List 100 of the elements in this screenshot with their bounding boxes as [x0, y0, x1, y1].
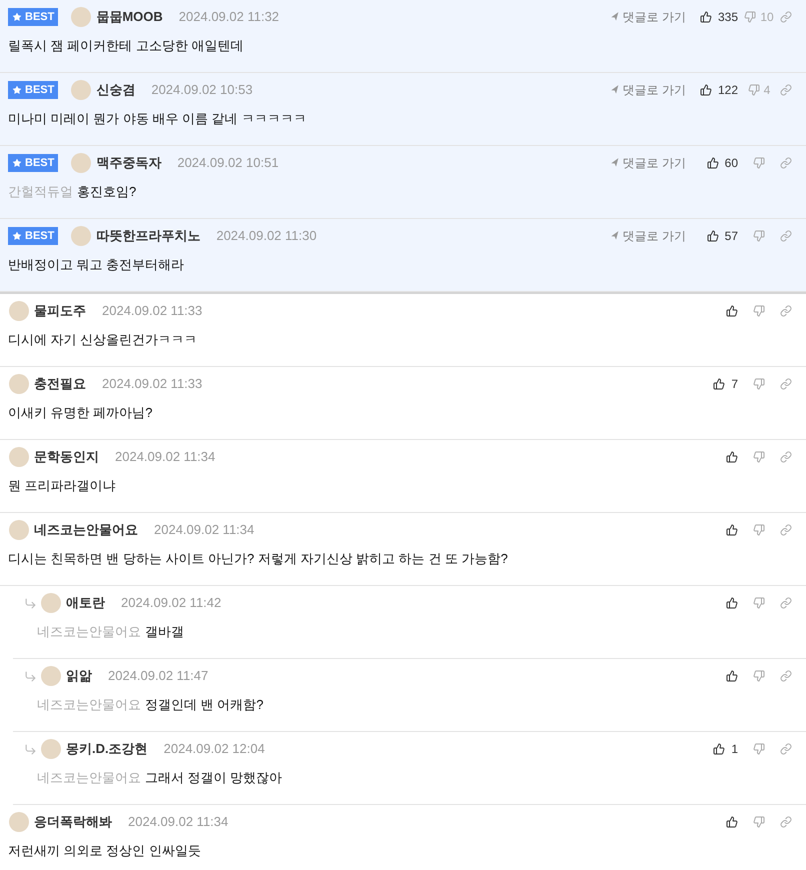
like-button[interactable]: 60: [700, 154, 738, 172]
comment-text: 네즈코는안물어요 정갤인데 밴 어캐함?: [36, 696, 264, 714]
like-button[interactable]: 122: [700, 81, 738, 99]
author-name[interactable]: 충전필요: [34, 374, 86, 394]
link-button[interactable]: [780, 524, 794, 536]
comment-text: 미나미 미레이 뭔가 야동 배우 이름 같네 ㅋㅋㅋㅋㅋ: [8, 110, 308, 128]
like-button[interactable]: 57: [700, 227, 738, 245]
thumbs-up-icon: [726, 305, 738, 317]
comment-text: 디시에 자기 신상올린건가ㅋㅋㅋ: [8, 331, 198, 349]
comment-text: 간헐적듀얼 홍진호임?: [8, 183, 138, 201]
avatar-icon: [8, 373, 30, 395]
like-button[interactable]: 335: [700, 8, 738, 26]
best-badge: BEST: [8, 227, 58, 245]
comment-time: 2024.09.02 10:53: [151, 81, 253, 100]
comment-text: 뭔 프리파라갤이냐: [8, 477, 117, 495]
link-button[interactable]: [780, 743, 794, 755]
author-name[interactable]: 문학동인지: [34, 447, 99, 467]
comment-text: 반배정이고 뭐고 충전부터해라: [8, 256, 186, 274]
link-icon: [780, 670, 792, 682]
thumbs-up-icon: [726, 670, 738, 682]
avatar-icon: [8, 519, 30, 541]
author-name[interactable]: 뭅뭅MOOB: [96, 7, 163, 27]
author-name[interactable]: 따뜻한프라푸치노: [96, 226, 200, 246]
link-icon: [780, 451, 792, 463]
link-button[interactable]: [780, 157, 794, 169]
comment-text: 네즈코는안물어요 갤바갤: [36, 623, 185, 641]
link-button[interactable]: [780, 816, 794, 828]
link-icon: [780, 524, 792, 536]
thumbs-down-icon: [753, 230, 765, 242]
link-button[interactable]: [780, 378, 794, 390]
comment-time: 2024.09.02 11:30: [216, 227, 317, 246]
link-icon: [780, 84, 792, 96]
avatar-icon: [40, 592, 62, 614]
thumbs-down-icon: [753, 524, 765, 536]
comment-text: 네즈코는안물어요 그래서 정갤이 망했잖아: [36, 769, 284, 787]
link-icon: [780, 157, 792, 169]
author-name[interactable]: 네즈코는안물어요: [34, 520, 138, 540]
link-icon: [780, 305, 792, 317]
arrow-icon: [608, 230, 620, 242]
comment-time: 2024.09.02 11:33: [102, 375, 202, 394]
link-button[interactable]: [780, 230, 794, 242]
avatar-icon: [70, 79, 92, 101]
goto-comment-link[interactable]: 댓글로 가기: [610, 227, 686, 245]
comment-time: 2024.09.02 11:32: [178, 8, 280, 26]
star-icon: [12, 158, 22, 168]
thumbs-up-icon: [726, 816, 738, 828]
link-icon: [780, 597, 792, 609]
link-icon: [780, 11, 792, 23]
author-name[interactable]: 맥주중독자: [96, 153, 162, 173]
link-button[interactable]: [780, 305, 794, 317]
comment-text: 디시는 친목하면 밴 당하는 사이트 아닌가? 저렇게 자기신상 밝히고 하는 건 또 가능함?: [8, 550, 509, 568]
thumbs-up-icon: [713, 743, 726, 755]
comment-time: 2024.09.02 12:04: [164, 740, 265, 758]
link-button[interactable]: [780, 597, 794, 609]
thumbs-up-icon: [726, 451, 738, 463]
link-button[interactable]: [780, 84, 794, 96]
author-name[interactable]: 응더폭락해봐: [34, 812, 112, 832]
link-button[interactable]: [780, 670, 794, 682]
thumbs-up-icon: [706, 157, 719, 169]
thumbs-down-icon: [748, 84, 760, 96]
avatar-icon: [8, 811, 30, 833]
link-icon: [780, 743, 792, 755]
comment-text: 저런새끼 의외로 정상인 인싸일듯: [8, 842, 202, 860]
like-button[interactable]: 7: [700, 375, 738, 393]
thumbs-down-icon: [753, 597, 765, 609]
link-icon: [780, 230, 792, 242]
author-name[interactable]: 몽키.D.조강현: [66, 739, 148, 759]
link-button[interactable]: [780, 11, 794, 23]
star-icon: [12, 231, 22, 241]
reply-arrow-icon: [24, 670, 37, 682]
goto-comment-link[interactable]: 댓글로 가기: [610, 154, 686, 172]
thumbs-down-icon: [753, 305, 765, 317]
author-name[interactable]: 애토란: [66, 593, 105, 613]
comment-time: 2024.09.02 11:34: [115, 448, 216, 466]
thumbs-down-icon: [753, 816, 765, 828]
link-icon: [780, 816, 792, 828]
author-name[interactable]: 물피도주: [34, 301, 86, 321]
comment-time: 2024.09.02 11:47: [108, 667, 208, 686]
avatar-icon: [40, 738, 62, 760]
like-button[interactable]: 1: [700, 740, 738, 758]
thumbs-up-icon: [706, 230, 719, 242]
best-badge: BEST: [8, 154, 58, 172]
avatar-icon: [70, 6, 92, 28]
thumbs-up-icon: [700, 84, 712, 96]
comment-time: 2024.09.02 11:42: [121, 594, 222, 612]
thumbs-down-icon: [753, 378, 765, 390]
goto-comment-link[interactable]: 댓글로 가기: [610, 81, 686, 99]
comment-time: 2024.09.02 11:34: [128, 813, 228, 832]
comment-time: 2024.09.02 11:34: [154, 521, 254, 540]
link-button[interactable]: [780, 451, 794, 463]
link-icon: [780, 378, 792, 390]
author-name[interactable]: 읽앎: [66, 666, 92, 686]
author-name[interactable]: 신숭겸: [96, 80, 136, 100]
avatar-icon: [8, 300, 30, 322]
thumbs-up-icon: [700, 11, 712, 23]
goto-comment-link[interactable]: 댓글로 가기: [610, 8, 686, 26]
arrow-icon: [608, 84, 620, 96]
reply-arrow-icon: [24, 742, 37, 756]
comment-time: 2024.09.02 11:33: [102, 302, 202, 320]
comment-time: 2024.09.02 10:51: [177, 154, 279, 172]
